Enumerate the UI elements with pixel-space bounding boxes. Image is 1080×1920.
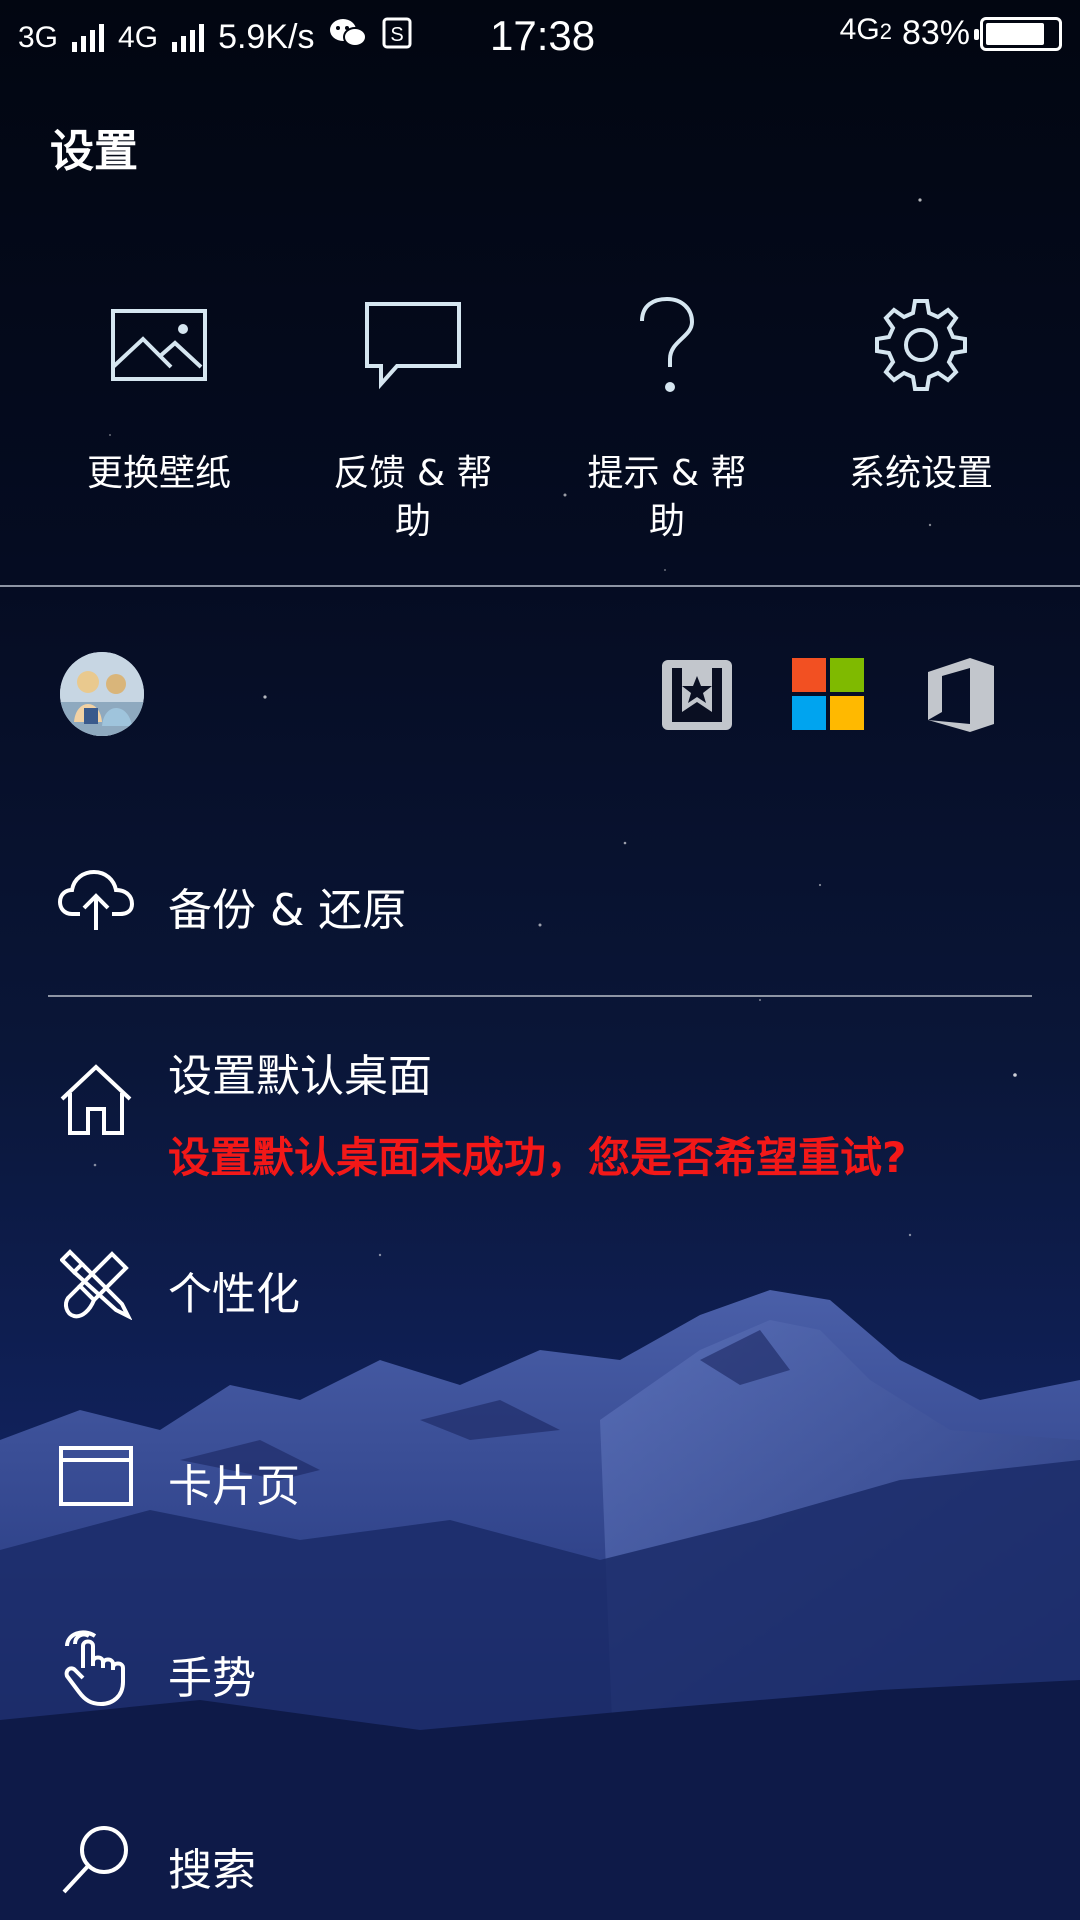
menu-label: 个性化 (168, 1269, 300, 1320)
menu-item-gestures[interactable]: 手势 (0, 1630, 1080, 1706)
quick-action-system-settings[interactable]: 系统设置 (794, 290, 1048, 546)
question-icon (612, 290, 722, 400)
clock: 17:38 (490, 12, 596, 59)
brush-pencil-icon (58, 1246, 134, 1322)
wechat-icon (328, 16, 368, 59)
quick-actions: 更换壁纸 反馈 & 帮助 提示 & 帮助 系统设置 (0, 290, 1080, 546)
menu-label: 搜索 (168, 1845, 256, 1896)
network-type-1: 3G (18, 20, 59, 54)
signal-icon (172, 23, 205, 52)
battery-icon (974, 16, 1062, 51)
menu-text: 手势 (168, 1642, 256, 1706)
chat-bubble-icon (358, 290, 468, 400)
menu-item-default-launcher[interactable]: 设置默认桌面 设置默认桌面未成功，您是否希望重试? (0, 1040, 1080, 1182)
card-icon (58, 1438, 134, 1514)
menu-item-personalization[interactable]: 个性化 (0, 1246, 1080, 1322)
status-bar: 3G 4G 5.9K/s S 17:38 4G2 83% (0, 0, 1080, 75)
network-type-3-label: 4G (839, 12, 880, 46)
status-left: 3G 4G 5.9K/s S (18, 16, 412, 59)
network-speed: 5.9K/s (218, 18, 315, 56)
svg-text:S: S (391, 24, 404, 46)
image-icon (104, 290, 214, 400)
menu-text: 搜索 (168, 1834, 256, 1898)
menu-text: 备份 & 还原 (168, 874, 406, 938)
menu-text: 设置默认桌面 设置默认桌面未成功，您是否希望重试? (168, 1040, 906, 1185)
menu-divider (48, 995, 1032, 997)
quick-action-wallpaper[interactable]: 更换壁纸 (32, 290, 286, 546)
battery-percent: 83% (901, 14, 970, 52)
sim-slot-label: 2 (879, 18, 892, 44)
quick-action-label: 系统设置 (848, 453, 993, 494)
account-row (0, 652, 1080, 738)
network-type-2: 4G (118, 20, 159, 54)
menu-label: 设置默认桌面 (168, 1051, 432, 1102)
home-icon (58, 1062, 134, 1138)
cloud-upload-icon (58, 862, 134, 938)
avatar[interactable] (60, 652, 144, 736)
page-title: 设置 (50, 126, 138, 177)
network-type-3: 4G2 (840, 13, 892, 47)
menu-label: 手势 (168, 1653, 256, 1704)
gear-icon (866, 290, 976, 400)
office-logo-icon[interactable] (924, 658, 998, 732)
error-message: 设置默认桌面未成功，您是否希望重试? (168, 1133, 907, 1182)
bookmark-star-icon[interactable] (660, 658, 734, 732)
menu-label: 备份 & 还原 (168, 885, 407, 936)
search-icon (58, 1822, 134, 1898)
signal-icon (72, 23, 105, 52)
microsoft-logo-icon[interactable] (792, 658, 866, 732)
quick-action-label: 反馈 & 帮助 (333, 453, 493, 542)
battery-level (986, 22, 1045, 45)
quick-action-label: 提示 & 帮助 (587, 453, 747, 542)
app-notification-icon: S (382, 17, 412, 58)
menu-text: 卡片页 (168, 1450, 300, 1514)
menu-item-search[interactable]: 搜索 (0, 1822, 1080, 1898)
quick-action-feedback[interactable]: 反馈 & 帮助 (286, 290, 540, 546)
quick-action-tips[interactable]: 提示 & 帮助 (540, 290, 794, 546)
menu-text: 个性化 (168, 1258, 300, 1322)
quick-action-label: 更换壁纸 (86, 453, 231, 494)
status-right: 4G2 83% (840, 13, 1062, 53)
menu-label: 卡片页 (168, 1461, 300, 1512)
menu-item-backup-restore[interactable]: 备份 & 还原 (0, 862, 1080, 938)
hand-gesture-icon (58, 1630, 134, 1706)
section-divider (0, 585, 1080, 587)
menu-item-card-page[interactable]: 卡片页 (0, 1438, 1080, 1514)
